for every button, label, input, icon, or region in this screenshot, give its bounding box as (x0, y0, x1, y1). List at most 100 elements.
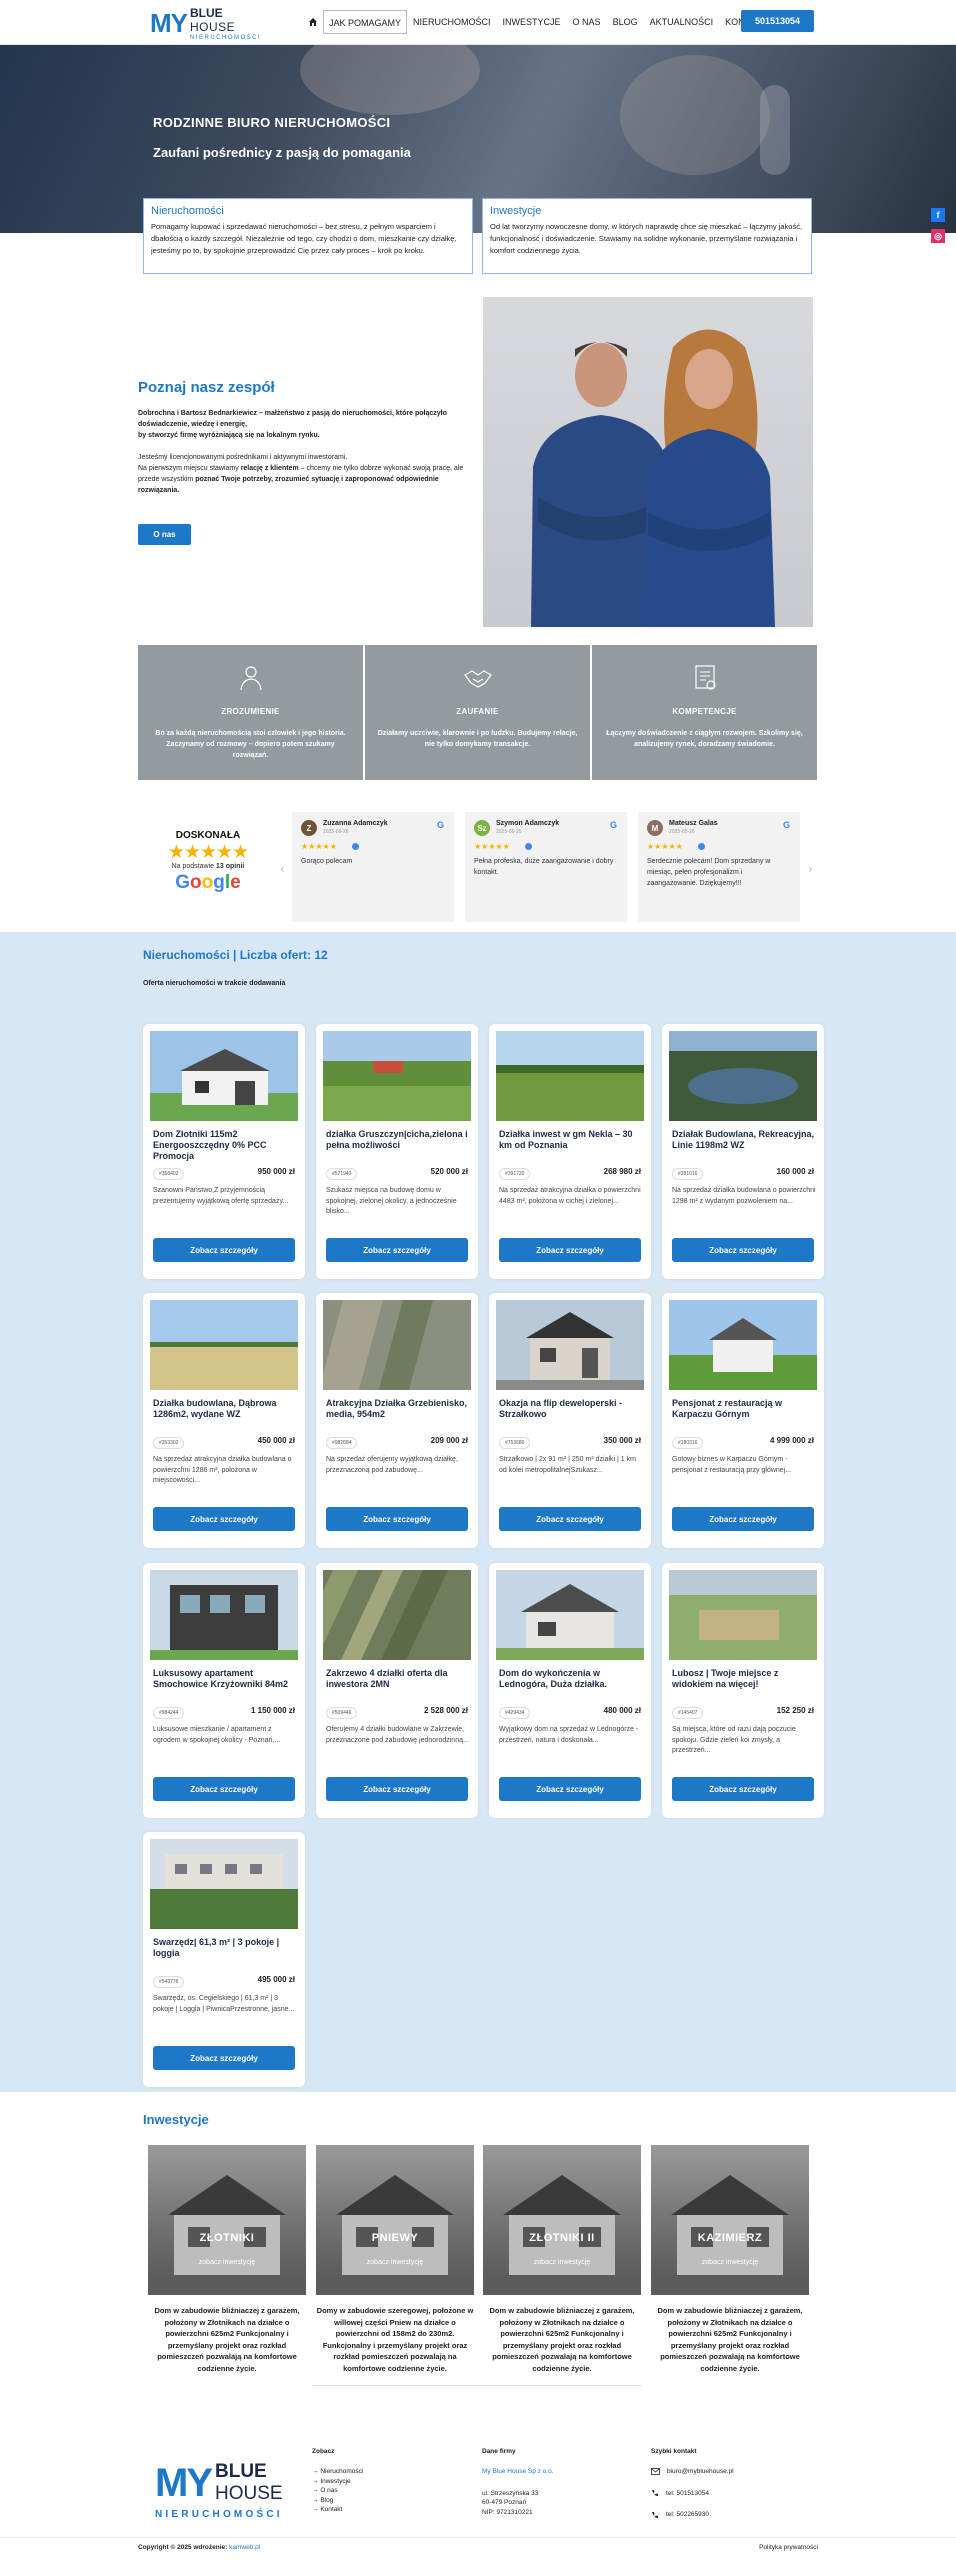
offer-photo[interactable] (150, 1031, 298, 1121)
about-us-button[interactable]: O nas (138, 524, 191, 545)
offer-photo[interactable] (323, 1570, 471, 1660)
offer-photo[interactable] (323, 1300, 471, 1390)
investment-photo[interactable]: ZŁOTNIKI zobacz inwestycję (148, 2145, 306, 2295)
offer-card[interactable]: Zakrzewo 4 działki oferta dla inwestora … (316, 1563, 478, 1818)
investment-link[interactable]: zobacz inwestycję (483, 2259, 641, 2266)
offer-card[interactable]: Lubosz | Twoje miejsce z widokiem na wię… (662, 1563, 824, 1818)
agency-link[interactable]: kamweb.pl (229, 2544, 260, 2551)
offer-card[interactable]: Dom Złotniki 115m2 Energooszczędny 0% PC… (143, 1024, 305, 1279)
footer-link-nieruchomosci[interactable]: Nieruchomości (312, 2467, 363, 2477)
nav-jak-pomagamy[interactable]: JAK POMAGAMY (323, 10, 408, 34)
offer-title[interactable]: Atrakcyjna Działka Grzebienisko, media, … (326, 1398, 470, 1420)
investment-link[interactable]: zobacz inwestycję (148, 2259, 306, 2266)
offer-photo[interactable] (150, 1839, 298, 1929)
footer-link-inwestycje[interactable]: Inwestycje (312, 2477, 363, 2487)
offer-photo[interactable] (496, 1300, 644, 1390)
offer-title[interactable]: Dom do wykończenia w Lednogóra, Duża dzi… (499, 1668, 643, 1690)
offer-details-button[interactable]: Zobacz szczegóły (153, 1777, 295, 1801)
company-name[interactable]: My Blue House Sp z o.o. (482, 2467, 554, 2477)
feature-text: Bo za każdą nieruchomością stoi człowiek… (155, 730, 346, 759)
offer-title[interactable]: Swarzędz| 61,3 m² | 3 pokoje | loggia (153, 1937, 297, 1959)
offer-title[interactable]: Działka budowlana, Dąbrowa 1286m2, wydan… (153, 1398, 297, 1420)
offer-card[interactable]: Swarzędz| 61,3 m² | 3 pokoje | loggia #54… (143, 1832, 305, 2087)
footer-link-blog[interactable]: Blog (312, 2496, 363, 2506)
offer-title[interactable]: Luksusowy apartament Smochowice Krzyżown… (153, 1668, 297, 1690)
logo[interactable]: MY BLUE HOUSE NIERUCHOMOŚCI (150, 6, 261, 41)
offer-title[interactable]: Okazja na flip deweloperski - Strzałkowo (499, 1398, 643, 1420)
footer-col-title: Zobacz (312, 2448, 335, 2455)
offer-photo[interactable] (669, 1031, 817, 1121)
reviews-prev-arrow-icon[interactable]: ‹ (280, 862, 285, 876)
investment-card[interactable]: ZŁOTNIKI zobacz inwestycję Dom w zabudowie… (148, 2145, 306, 2374)
offer-card[interactable]: Okazja na flip deweloperski - Strzałkowo… (489, 1293, 651, 1548)
investment-photo[interactable]: KAZIMIERZ zobacz inwestycję (651, 2145, 809, 2295)
offer-details-button[interactable]: Zobacz szczegóły (153, 1238, 295, 1262)
offer-photo[interactable] (669, 1300, 817, 1390)
contact-phone-1[interactable]: tel: 501513054 (651, 2489, 734, 2499)
offer-details-button[interactable]: Zobacz szczegóły (499, 1238, 641, 1262)
footer-logo-blue: BLUE (215, 2461, 267, 2482)
offer-details-button[interactable]: Zobacz szczegóły (326, 1507, 468, 1531)
facebook-icon[interactable]: f (931, 208, 945, 222)
nav-inwestycje[interactable]: INWESTYCJE (497, 10, 567, 34)
offer-card[interactable]: Działak Budowlana, Rekreacyjna, Linie 11… (662, 1024, 824, 1279)
copyright-text: Copyright © 2025 wdrożenie: (138, 2544, 230, 2551)
offer-details-button[interactable]: Zobacz szczegóły (326, 1238, 468, 1262)
privacy-policy-link[interactable]: Polityka prywatności (759, 2544, 818, 2551)
offer-card[interactable]: Luksusowy apartament Smochowice Krzyżown… (143, 1563, 305, 1818)
offer-photo[interactable] (150, 1570, 298, 1660)
footer-logo[interactable]: MY BLUE HOUSE NIERUCHOMOŚCI (155, 2461, 283, 2520)
offer-title[interactable]: działka Gruszczyn|cicha,zielona i pełna … (326, 1129, 470, 1151)
footer-link-kontakt[interactable]: Kontakt (312, 2505, 363, 2515)
logo-house: HOUSE (190, 19, 236, 34)
offer-photo[interactable] (323, 1031, 471, 1121)
investment-photo[interactable]: ZŁOTNIKI II zobacz inwestycję (483, 2145, 641, 2295)
offer-title[interactable]: Pensjonat z restauracją w Karpaczu Górny… (672, 1398, 816, 1420)
reviews-next-arrow-icon[interactable]: › (808, 862, 813, 876)
nav-blog[interactable]: BLOG (607, 10, 644, 34)
offer-card[interactable]: działka Gruszczyn|cicha,zielona i pełna … (316, 1024, 478, 1279)
investment-link[interactable]: zobacz inwestycję (651, 2259, 809, 2266)
offer-photo[interactable] (669, 1570, 817, 1660)
offer-details-button[interactable]: Zobacz szczegóły (153, 1507, 295, 1531)
nav-aktualnosci[interactable]: AKTUALNOŚCI (644, 10, 720, 34)
offer-details-button[interactable]: Zobacz szczegóły (326, 1777, 468, 1801)
contact-phone-2[interactable]: tel: 502265930 (651, 2510, 734, 2520)
offer-details-button[interactable]: Zobacz szczegóły (672, 1238, 814, 1262)
offer-card[interactable]: Działka inwest w gm Nekla – 30 km od Poz… (489, 1024, 651, 1279)
investment-card[interactable]: ZŁOTNIKI II zobacz inwestycję Dom w zabudo… (483, 2145, 641, 2374)
instagram-icon[interactable]: ◎ (931, 229, 945, 243)
offer-card[interactable]: Atrakcyjna Działka Grzebienisko, media, … (316, 1293, 478, 1548)
home-icon[interactable] (305, 10, 321, 34)
offer-details-button[interactable]: Zobacz szczegóły (672, 1777, 814, 1801)
offer-details-button[interactable]: Zobacz szczegóły (672, 1507, 814, 1531)
phone-button[interactable]: 501513054 (741, 10, 814, 32)
certificate-icon (695, 665, 716, 690)
offer-title[interactable]: Działka inwest w gm Nekla – 30 km od Poz… (499, 1129, 643, 1151)
footer-link-o-nas[interactable]: O nas (312, 2486, 363, 2496)
offer-details-button[interactable]: Zobacz szczegóły (499, 1777, 641, 1801)
footer-contact: Szybki kontakt biuro@mybluehouse.pl tel:… (651, 2448, 734, 2532)
offer-card[interactable]: Działka budowlana, Dąbrowa 1286m2, wydan… (143, 1293, 305, 1548)
offer-title[interactable]: Lubosz | Twoje miejsce z widokiem na wię… (672, 1668, 816, 1690)
investment-photo[interactable]: PNIEWY zobacz inwestycję (316, 2145, 474, 2295)
offer-card[interactable]: Dom do wykończenia w Lednogóra, Duża dzi… (489, 1563, 651, 1818)
offer-details-button[interactable]: Zobacz szczegóły (499, 1507, 641, 1531)
offer-title[interactable]: Działak Budowlana, Rekreacyjna, Linie 11… (672, 1129, 816, 1151)
offer-photo[interactable] (496, 1570, 644, 1660)
nav-nieruchomosci[interactable]: NIERUCHOMOŚCI (407, 10, 497, 34)
nav-o-nas[interactable]: O NAS (567, 10, 607, 34)
investment-link[interactable]: zobacz inwestycję (316, 2259, 474, 2266)
offer-title[interactable]: Dom Złotniki 115m2 Energooszczędny 0% PC… (153, 1129, 297, 1162)
avatar: Sz (474, 820, 490, 836)
investment-card[interactable]: KAZIMIERZ zobacz inwestycję Dom w zabudowi… (651, 2145, 809, 2374)
offer-title[interactable]: Zakrzewo 4 działki oferta dla inwestora … (326, 1668, 470, 1690)
offer-photo[interactable] (150, 1300, 298, 1390)
offer-details-button[interactable]: Zobacz szczegóły (153, 2046, 295, 2070)
footer-divider (312, 2385, 642, 2386)
investment-card[interactable]: PNIEWY zobacz inwestycję Domy w zabudowie … (316, 2145, 474, 2374)
offer-card[interactable]: Pensjonat z restauracją w Karpaczu Górny… (662, 1293, 824, 1548)
contact-email[interactable]: biuro@mybluehouse.pl (651, 2467, 734, 2477)
offer-id: #984244 (153, 1707, 185, 1719)
offer-photo[interactable] (496, 1031, 644, 1121)
